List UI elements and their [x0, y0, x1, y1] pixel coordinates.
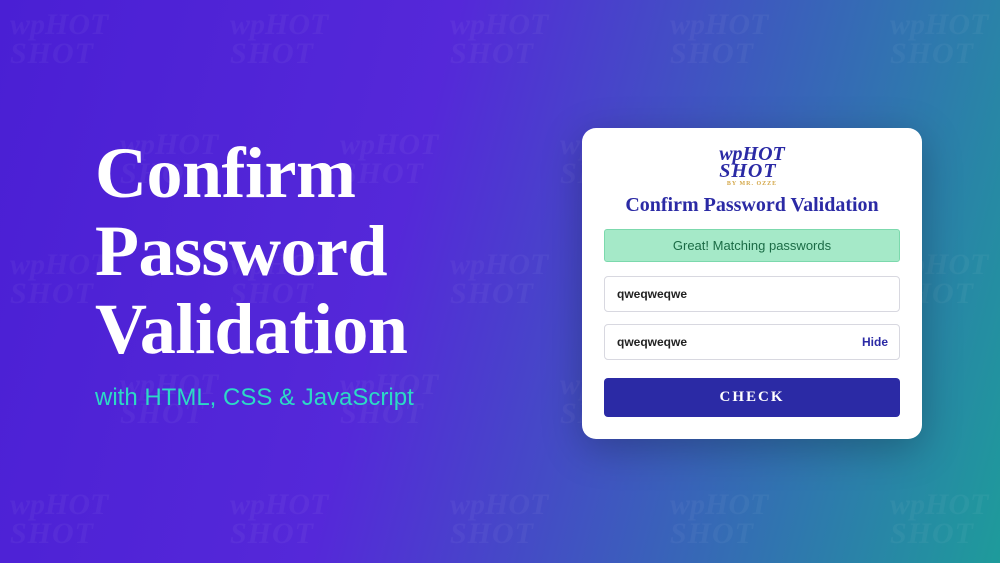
confirm-password-input[interactable] — [604, 324, 900, 360]
logo-line-2: SHOT — [719, 163, 785, 180]
headline-title: Confirm Password Validation — [95, 135, 414, 368]
headline-line-2: Password — [95, 213, 414, 291]
logo-subtext: BY MR. OZZE — [719, 182, 785, 187]
hide-toggle[interactable]: Hide — [862, 335, 888, 349]
logo-text: wpHOT SHOT BY MR. OZZE — [719, 146, 785, 187]
headline-line-3: Validation — [95, 291, 414, 369]
logo: wpHOT SHOT BY MR. OZZE — [604, 146, 900, 190]
headline-subtitle: with HTML, CSS & JavaScript — [95, 384, 414, 412]
validation-card: wpHOT SHOT BY MR. OZZE Confirm Password … — [582, 128, 922, 439]
check-button[interactable]: CHECK — [604, 378, 900, 417]
headline-line-1: Confirm — [95, 135, 414, 213]
confirm-password-field-wrapper: Hide — [604, 324, 900, 360]
password-field-wrapper — [604, 276, 900, 312]
success-banner: Great! Matching passwords — [604, 229, 900, 262]
card-title: Confirm Password Validation — [604, 194, 900, 217]
headline-block: Confirm Password Validation with HTML, C… — [95, 135, 414, 412]
password-input[interactable] — [604, 276, 900, 312]
